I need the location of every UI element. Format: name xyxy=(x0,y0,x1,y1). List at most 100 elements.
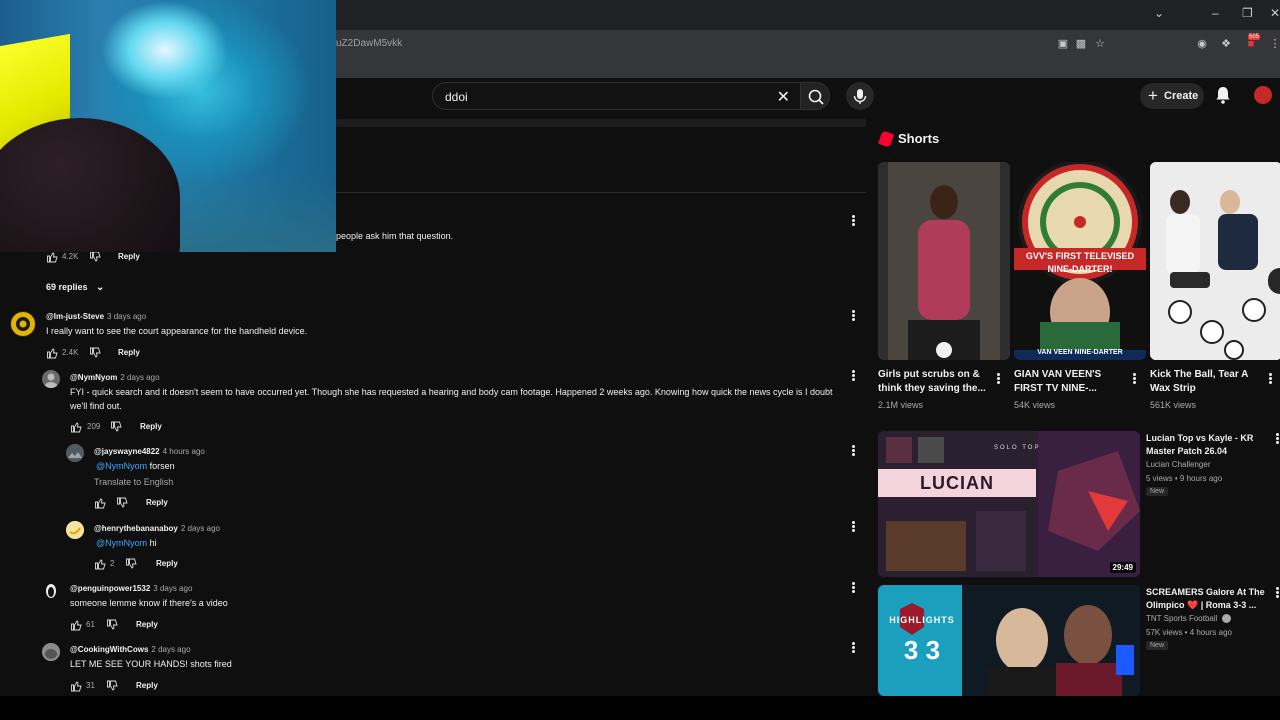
avatar[interactable] xyxy=(66,521,84,539)
short-thumbnail[interactable]: GVV'S FIRST TELEVISED NINE-DARTER! VAN V… xyxy=(1014,162,1146,360)
comment-author[interactable]: @henrythebananaboy 2 days ago xyxy=(94,524,220,533)
channel-name[interactable]: TNT Sports Football xyxy=(1146,612,1217,625)
comment-author[interactable]: @Im-just-Steve 3 days ago xyxy=(46,312,146,321)
tab-list-icon[interactable]: ⌄ xyxy=(1154,6,1164,20)
notifications-bell-icon[interactable] xyxy=(1214,85,1232,105)
channel-name[interactable]: Lucian Challenger xyxy=(1146,458,1211,471)
reply-button[interactable]: Reply xyxy=(146,498,168,507)
comment-author[interactable]: @NymNyom 2 days ago xyxy=(70,373,160,382)
comment-menu-icon[interactable] xyxy=(850,581,856,595)
short-menu-icon[interactable] xyxy=(1131,372,1137,386)
url-text[interactable]: uZ2DawM5vkk xyxy=(336,38,402,49)
comment-time[interactable]: 2 days ago xyxy=(151,645,190,654)
reply-button[interactable]: Reply xyxy=(118,252,140,261)
short-menu-icon[interactable] xyxy=(1267,372,1273,386)
mention-link[interactable]: @NymNyom xyxy=(96,538,147,548)
comment-menu-icon[interactable] xyxy=(850,444,856,458)
comment-time[interactable]: 3 days ago xyxy=(153,584,192,593)
comment-time[interactable]: 3 days ago xyxy=(107,312,146,321)
short-views: 2.1M views xyxy=(878,400,924,410)
comment-author[interactable]: @jayswayne4822 4 hours ago xyxy=(94,447,205,456)
avatar[interactable] xyxy=(42,370,60,388)
create-button[interactable]: + Create xyxy=(1140,83,1204,109)
clear-search-icon[interactable]: ✕ xyxy=(777,87,790,107)
comment-menu-icon[interactable] xyxy=(850,214,856,228)
reply-button[interactable]: Reply xyxy=(140,422,162,431)
author-name[interactable]: @CookingWithCows xyxy=(70,645,148,654)
extension-badge-count: 505 xyxy=(1248,34,1261,40)
like-icon[interactable] xyxy=(70,619,82,631)
like-icon[interactable] xyxy=(46,251,58,263)
avatar[interactable] xyxy=(10,311,36,337)
browser-menu-icon[interactable]: ⋮ xyxy=(1268,37,1280,51)
dislike-icon[interactable] xyxy=(116,497,128,509)
video-title[interactable]: SCREAMERS Galore At The Olimpico ❤️ | Ro… xyxy=(1146,586,1272,612)
search-input[interactable]: ddoi ✕ xyxy=(432,82,800,110)
taskbar-strip xyxy=(0,696,1280,720)
reader-icon[interactable]: ▩ xyxy=(1074,37,1088,51)
comment-menu-icon[interactable] xyxy=(850,309,856,323)
penguin-avatar-icon xyxy=(46,584,56,598)
dislike-icon[interactable] xyxy=(110,421,122,433)
like-icon[interactable] xyxy=(46,347,58,359)
short-title[interactable]: GIAN VAN VEEN'S FIRST TV NINE-... xyxy=(1014,368,1130,396)
minimize-icon[interactable]: – xyxy=(1212,6,1219,20)
dislike-icon[interactable] xyxy=(106,680,118,692)
like-count: 2.4K xyxy=(62,348,79,357)
reply-button[interactable]: Reply xyxy=(136,681,158,690)
comment-text: I really want to see the court appearanc… xyxy=(46,326,308,336)
video-menu-icon[interactable] xyxy=(1274,432,1280,446)
video-menu-icon[interactable] xyxy=(1274,586,1280,600)
short-title[interactable]: Girls put scrubs on & think they saving … xyxy=(878,368,994,396)
author-name[interactable]: @jayswayne4822 xyxy=(94,447,160,456)
comment-author[interactable]: @penguinpower1532 3 days ago xyxy=(70,584,192,593)
like-icon[interactable] xyxy=(94,497,106,509)
reply-button[interactable]: Reply xyxy=(118,348,140,357)
like-icon[interactable] xyxy=(70,680,82,692)
like-icon[interactable] xyxy=(94,558,106,570)
avatar[interactable] xyxy=(42,581,60,599)
maximize-icon[interactable]: ❐ xyxy=(1242,6,1253,20)
dislike-icon[interactable] xyxy=(89,251,101,263)
close-window-icon[interactable]: ✕ xyxy=(1270,6,1280,20)
comment-menu-icon[interactable] xyxy=(850,641,856,655)
profile-icon[interactable]: ◉ xyxy=(1195,37,1209,51)
short-thumbnail[interactable] xyxy=(1150,162,1280,360)
avatar[interactable] xyxy=(42,643,60,661)
search-query[interactable]: ddoi xyxy=(445,90,468,104)
author-name[interactable]: @penguinpower1532 xyxy=(70,584,150,593)
comment-time[interactable]: 2 days ago xyxy=(181,524,220,533)
comment-time[interactable]: 4 hours ago xyxy=(163,447,205,456)
comment-menu-icon[interactable] xyxy=(850,369,856,383)
comment-actions: Reply xyxy=(94,497,214,509)
screencast-icon[interactable]: ▣ xyxy=(1056,37,1070,51)
dislike-icon[interactable] xyxy=(106,619,118,631)
dislike-icon[interactable] xyxy=(89,347,101,359)
dislike-icon[interactable] xyxy=(125,558,137,570)
reply-button[interactable]: Reply xyxy=(156,559,178,568)
author-name[interactable]: @Im-just-Steve xyxy=(46,312,104,321)
mention-link[interactable]: @NymNyom xyxy=(96,461,147,471)
account-avatar[interactable] xyxy=(1254,86,1272,104)
video-thumbnail[interactable]: HIGHLIGHTS 3 3 xyxy=(878,585,1140,696)
comment-text: LET ME SEE YOUR HANDS! shots fired xyxy=(70,659,232,669)
author-name[interactable]: @henrythebananaboy xyxy=(94,524,178,533)
author-name[interactable]: @NymNyom xyxy=(70,373,117,382)
short-title[interactable]: Kick The Ball, Tear A Wax Strip xyxy=(1150,368,1266,396)
replies-toggle[interactable]: 69 replies ⌄ xyxy=(46,282,104,293)
bookmark-star-icon[interactable]: ☆ xyxy=(1093,37,1107,51)
translate-link[interactable]: Translate to English xyxy=(94,475,173,489)
video-thumbnail[interactable]: LUCIAN SOLO TOP 29:49 xyxy=(878,431,1140,577)
reply-button[interactable]: Reply xyxy=(136,620,158,629)
like-icon[interactable] xyxy=(70,421,82,433)
comment-menu-icon[interactable] xyxy=(850,520,856,534)
search-button[interactable] xyxy=(800,82,830,110)
extensions-icon[interactable]: ❖ xyxy=(1219,37,1233,51)
short-menu-icon[interactable] xyxy=(995,372,1001,386)
voice-search-button[interactable] xyxy=(846,82,874,110)
video-title[interactable]: Lucian Top vs Kayle - KR Master Patch 26… xyxy=(1146,432,1272,458)
comment-time[interactable]: 2 days ago xyxy=(120,373,159,382)
avatar[interactable] xyxy=(66,444,84,462)
short-thumbnail[interactable] xyxy=(878,162,1010,360)
comment-author[interactable]: @CookingWithCows 2 days ago xyxy=(70,645,191,654)
